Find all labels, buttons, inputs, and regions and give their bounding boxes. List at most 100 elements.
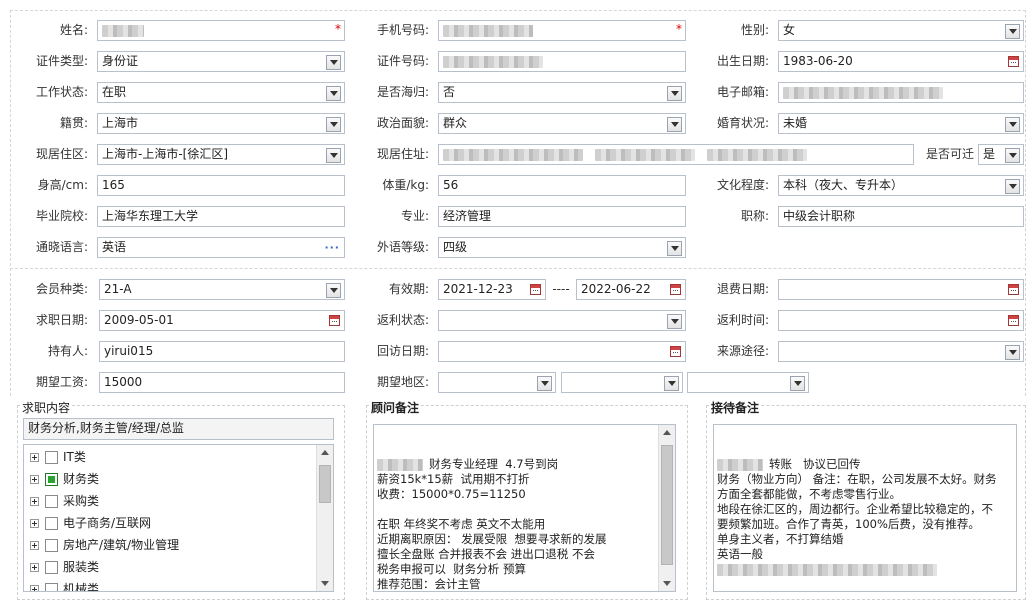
tree-item-label: 机械类 xyxy=(63,582,100,592)
height-field[interactable]: 165 xyxy=(97,175,345,196)
masked-name xyxy=(102,24,144,37)
tree-item-checkbox[interactable] xyxy=(45,451,58,464)
calendar-icon[interactable] xyxy=(329,315,340,326)
scroll-down-icon[interactable] xyxy=(663,581,671,586)
expand-plus-icon[interactable] xyxy=(30,453,39,462)
salary-field[interactable]: 15000 xyxy=(99,372,345,393)
tree-item[interactable]: IT类 xyxy=(30,447,86,467)
expand-plus-icon[interactable] xyxy=(30,585,39,591)
apply-date-field[interactable]: 2009-05-01 xyxy=(99,310,345,331)
member-type-select[interactable]: 21-A xyxy=(99,279,345,300)
expand-plus-icon[interactable] xyxy=(30,541,39,550)
expand-plus-icon[interactable] xyxy=(30,563,39,572)
tree-item-checkbox[interactable] xyxy=(45,473,58,486)
education-select[interactable]: 本科（夜大、专升本） xyxy=(778,175,1024,196)
returnee-select[interactable]: 否 xyxy=(438,82,686,103)
birth-date-field[interactable]: 1983-06-20 xyxy=(778,51,1024,72)
masked-address-2 xyxy=(594,148,695,161)
tree-item-checkbox[interactable] xyxy=(45,517,58,530)
tree-item[interactable]: 电子商务/互联网 xyxy=(30,513,151,533)
title-field[interactable]: 中级会计职称 xyxy=(778,206,1024,227)
language-field[interactable]: 英语 ··· xyxy=(97,237,345,258)
note-line-text: 薪资15k*15薪 试用期不打折 xyxy=(377,472,530,486)
note-line-text: 单身主义者，不打算结婚 xyxy=(717,532,844,546)
note-line-text: 在职 年终奖不考虑 英文不太能用 xyxy=(377,517,546,531)
chevron-down-icon xyxy=(330,91,338,96)
advisor-note-scrollbar[interactable] xyxy=(658,425,675,591)
job-content-title: 求职内容 xyxy=(20,399,73,416)
residence-select[interactable]: 上海市-上海市-[徐汇区] xyxy=(97,144,345,165)
chevron-down-icon xyxy=(1009,153,1017,158)
tree-item[interactable]: 房地产/建筑/物业管理 xyxy=(30,535,179,555)
validity-from-field[interactable]: 2021-12-23 xyxy=(438,279,546,300)
area-province-select[interactable] xyxy=(438,372,556,393)
tree-item-checkbox[interactable] xyxy=(45,539,58,552)
expand-plus-icon[interactable] xyxy=(30,475,39,484)
tree-item[interactable]: 财务类 xyxy=(30,469,99,489)
job-category-tree[interactable]: IT类 财务类 采购类 电子商务/互联网 房地产/建筑/物业管理 服装类机械类 xyxy=(23,444,334,592)
calendar-icon[interactable] xyxy=(530,284,541,295)
holder-field[interactable]: yirui015 xyxy=(99,341,345,362)
reception-note-textarea[interactable]: 转账 协议已回传 财务（物业方向） 备注：在职，公司发展不太好。财务 方面全套都能做… xyxy=(713,424,1017,592)
email-label: 电子邮箱: xyxy=(716,85,769,99)
id-no-field[interactable] xyxy=(438,51,686,72)
political-select[interactable]: 群众 xyxy=(438,113,686,134)
more-icon[interactable]: ··· xyxy=(324,238,340,257)
tree-item-checkbox[interactable] xyxy=(45,495,58,508)
validity-from-value: 2021-12-23 xyxy=(443,282,513,296)
scroll-thumb[interactable] xyxy=(661,445,673,565)
tree-item[interactable]: 采购类 xyxy=(30,491,99,511)
email-field[interactable] xyxy=(778,82,1024,103)
calendar-icon[interactable] xyxy=(1008,56,1019,67)
advisor-note-textarea[interactable]: 财务专业经理 4.7号到岗 薪资15k*15薪 试用期不打折 收费：15000*0.… xyxy=(373,424,676,592)
major-field[interactable]: 经济管理 xyxy=(438,206,686,227)
member-type-label: 会员种类: xyxy=(35,282,88,296)
education-label: 文化程度: xyxy=(716,178,769,192)
tree-item[interactable]: 服装类 xyxy=(30,557,99,577)
job-content-selected[interactable]: 财务分析,财务主管/经理/总监 xyxy=(23,418,334,440)
scroll-thumb[interactable] xyxy=(319,465,331,503)
note-line-text: 财务专业经理 4.7号到岗 xyxy=(429,457,559,471)
id-type-select[interactable]: 身份证 xyxy=(97,51,345,72)
expand-plus-icon[interactable] xyxy=(30,519,39,528)
calendar-icon[interactable] xyxy=(1008,284,1019,295)
native-select[interactable]: 上海市 xyxy=(97,113,345,134)
note-line-text: 税务申报可以 财务分析 预算 xyxy=(377,562,526,576)
gender-select[interactable]: 女 xyxy=(778,20,1024,41)
birth-value: 1983-06-20 xyxy=(783,54,853,68)
note-line: 地段在徐汇区的，周边都行。企业希望比较稳定的，不 xyxy=(717,502,1013,517)
area-city-select[interactable] xyxy=(561,372,683,393)
scroll-down-icon[interactable] xyxy=(321,581,329,586)
tree-item-checkbox[interactable] xyxy=(45,583,58,591)
scroll-up-icon[interactable] xyxy=(663,430,671,435)
source-select[interactable] xyxy=(778,341,1024,362)
address-field[interactable] xyxy=(438,144,914,165)
work-status-select[interactable]: 在职 xyxy=(97,82,345,103)
rebate-status-select[interactable] xyxy=(438,310,686,331)
chevron-down-icon xyxy=(1009,350,1017,355)
validity-to-field[interactable]: 2022-06-22 xyxy=(576,279,686,300)
calendar-icon[interactable] xyxy=(1008,315,1019,326)
tree-scrollbar[interactable] xyxy=(316,445,333,591)
name-field[interactable]: * xyxy=(97,20,345,41)
area-district-select[interactable] xyxy=(687,372,809,393)
refund-date-field[interactable] xyxy=(778,279,1024,300)
work-status-label: 工作状态: xyxy=(35,85,88,99)
weight-field[interactable]: 56 xyxy=(438,175,686,196)
visit-date-field[interactable] xyxy=(438,341,686,362)
lang-level-select[interactable]: 四级 xyxy=(438,237,686,258)
expand-plus-icon[interactable] xyxy=(30,497,39,506)
scroll-up-icon[interactable] xyxy=(321,450,329,455)
marital-select[interactable]: 未婚 xyxy=(778,113,1024,134)
calendar-icon[interactable] xyxy=(670,284,681,295)
school-field[interactable]: 上海华东理工大学 xyxy=(97,206,345,227)
calendar-icon[interactable] xyxy=(670,346,681,357)
relocate-select[interactable]: 是 xyxy=(978,144,1024,165)
note-line xyxy=(717,562,1013,577)
validity-label: 有效期: xyxy=(388,282,429,296)
tree-item[interactable]: 机械类 xyxy=(30,579,100,592)
member-type-value: 21-A xyxy=(104,282,132,296)
rebate-time-field[interactable] xyxy=(778,310,1024,331)
phone-field[interactable]: * xyxy=(438,20,686,41)
tree-item-checkbox[interactable] xyxy=(45,561,58,574)
